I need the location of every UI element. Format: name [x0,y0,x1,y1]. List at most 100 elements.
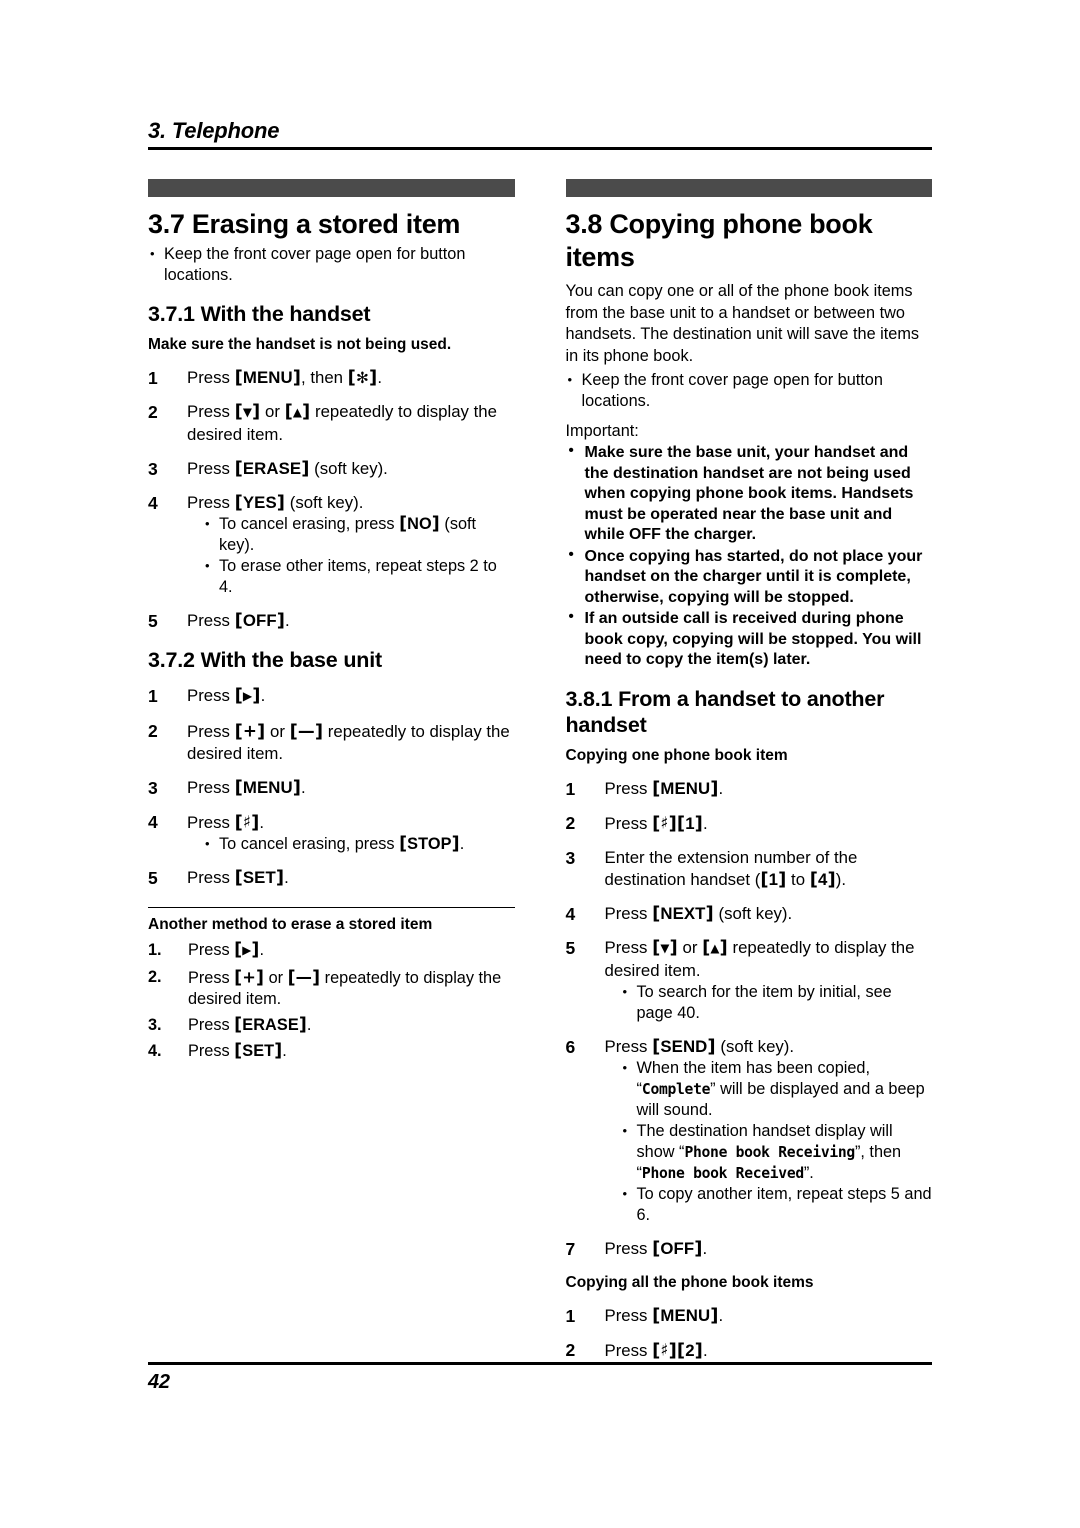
page-number: 42 [148,1371,170,1393]
bracket-open-icon: [ [234,940,243,960]
right-column: 3.8 Copying phone book items You can cop… [565,179,933,1362]
step-text: Press [MENU]. [604,777,724,799]
display-string: Phone book Received [641,1164,804,1182]
hash-key: [♯] [652,1339,677,1361]
bracket-close-icon: ] [292,367,301,388]
step-number: 5 [148,611,158,631]
bracket-close-icon: ] [276,610,286,631]
bracket-close-icon: ] [719,936,728,958]
bracket-open-icon: [ [234,867,243,888]
right-arrow-key: [▶] [235,685,261,706]
key-label: 1 [768,869,779,889]
step-item: 2 Press [+] or [—] repeatedly to display … [148,720,515,765]
step-item: 2. Press [+] or [—] repeatedly to display… [148,967,515,1010]
bracket-close-icon: ] [431,514,440,534]
section-3-7-notes: Keep the front cover page open for butto… [148,243,515,286]
step-text: Press [OFF]. [187,610,290,631]
bracket-open-icon: [ [234,610,243,631]
section-bar-right [565,179,932,197]
key-stop: [STOP] [399,834,460,854]
key-menu: [MENU] [235,367,301,388]
section-bar-left [148,179,515,197]
step-number: 1 [565,778,576,799]
step-text: Press [MENU]. [187,777,306,798]
step-item: 2 Press [♯][2]. [566,1339,933,1362]
bracket-open-icon: [ [289,721,298,742]
bracket-open-icon: [ [652,936,661,958]
another-method-heading: Another method to erase a stored item [148,916,433,933]
bullet-list: When the item has been copied, “Complete… [605,1057,933,1226]
step-number: 5 [148,868,158,888]
step-text: Press [▼] or [▲] repeatedly to display t… [604,936,915,980]
step-number: 4 [565,903,576,924]
step-item: 3 Enter the extension number of the desti… [566,847,933,891]
bullet-item: To search for the item by initial, see p… [605,981,933,1024]
step-number: 4. [148,1042,162,1060]
plus-key-icon: + [242,720,258,741]
bracket-open-icon: [ [234,721,243,742]
bullet-item: Once copying has started, do not place y… [566,545,933,609]
bracket-open-icon: [ [234,458,243,479]
step-number: 3 [148,459,158,479]
key-label: MENU [660,1305,711,1325]
bracket-close-icon: ] [778,868,787,890]
hash-key: [♯] [652,812,677,834]
minus-key-icon: — [297,720,315,741]
bracket-close-icon: ] [694,1237,703,1259]
key-label: MENU [242,368,293,387]
step-number: 2 [565,812,576,833]
step-item: 3. Press [ERASE]. [148,1015,515,1036]
step-number: 6 [565,1036,576,1057]
step-item: 3 Press [ERASE] (soft key). [148,458,515,480]
steps-3-7-1: 1 Press [MENU], then [✻]. 2 Press [▼] or [▲… [148,367,515,632]
step-text: Press [ERASE] (soft key). [187,458,388,479]
step-item: 2 Press [▼] or [▲] repeatedly to display … [148,401,515,446]
key-label: 2 [685,1340,695,1360]
step-item: 4 Press [♯].To cancel erasing, press [STO… [148,811,515,855]
step-text: Press [NEXT] (soft key). [604,902,793,924]
bullet-item: To erase other items, repeat steps 2 to … [187,555,515,598]
key-erase: [ERASE] [234,1015,307,1035]
step-item: 7 Press [OFF]. [566,1238,933,1260]
bracket-close-icon: ] [302,401,311,422]
bracket-close-icon: ] [694,1339,703,1361]
bracket-close-icon: ] [255,968,265,988]
bracket-open-icon: [ [809,868,819,890]
step-number: 3 [565,847,576,868]
key-4: [4] [809,868,836,890]
bracket-close-icon: ] [668,812,677,834]
bracket-open-icon: [ [287,968,296,988]
key-1: [1] [760,868,787,890]
steps-copying-one: 1 Press [MENU]. 2 Press [♯][1]. 3 Enter the e… [566,778,933,1260]
bracket-close-icon: ] [314,721,324,742]
bullet-item: To copy another item, repeat steps 5 and… [605,1183,933,1226]
bracket-close-icon: ] [252,685,261,706]
key-label: NEXT [660,903,706,923]
footer-rule [148,1362,932,1365]
bracket-open-icon: [ [652,1339,661,1361]
key-label: SET [242,1042,275,1060]
right-arrow-key: [▶] [234,940,259,960]
copying-one-heading: Copying one phone book item [565,746,788,764]
bracket-close-icon: ] [369,367,378,388]
key-no: [NO] [399,514,440,534]
bullet-item: To cancel erasing, press [NO] (soft key)… [187,513,515,556]
step-text: Press [▶]. [187,685,266,706]
another-method-divider [148,907,515,908]
display-string: Phone book Receiving [684,1143,855,1161]
down-arrow-key-icon: ▼ [242,405,253,419]
step-item: 6 Press [SEND] (soft key). When the item … [566,1036,933,1226]
bracket-open-icon: [ [234,492,243,513]
step-number: 5 [565,937,576,958]
bullet-item: Keep the front cover page open for butto… [566,369,933,412]
page-footer: 42 [148,1362,932,1395]
minus-key: [—] [289,720,324,743]
bracket-close-icon: ] [252,401,261,422]
step-number: 1 [565,1305,576,1326]
key-label: NO [407,515,432,533]
step-item: 4 Press [NEXT] (soft key). [566,903,933,925]
down-arrow-key-icon: ▼ [660,940,670,955]
step-item: 5 Press [OFF]. [148,610,515,632]
hash-key-icon: ♯ [660,812,669,832]
step-text: Press [+] or [—] repeatedly to display t… [188,967,502,1009]
